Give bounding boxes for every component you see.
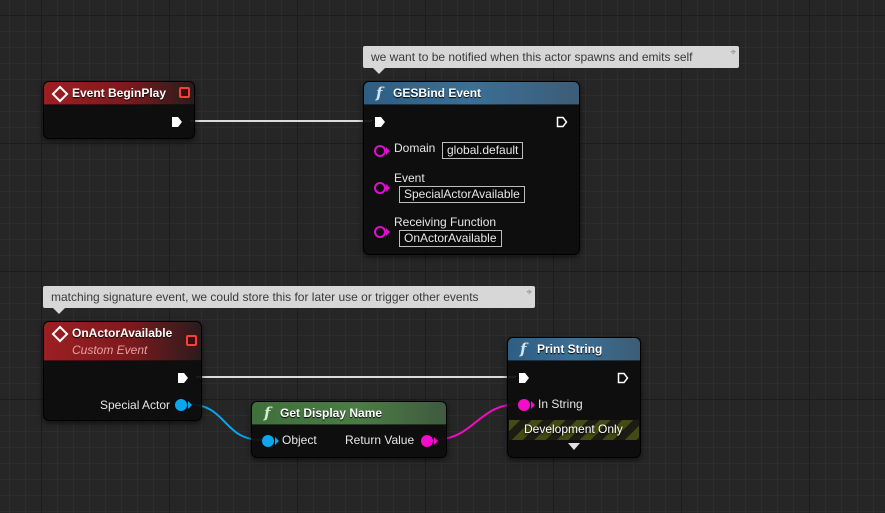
node-gesbind-event[interactable]: f GESBind Event Domain global.default Ev…: [363, 81, 580, 255]
pushpin-icon[interactable]: ⌖: [730, 47, 736, 58]
stop-square-icon: [179, 87, 190, 98]
return-value-output-pin[interactable]: [421, 435, 433, 447]
pushpin-icon[interactable]: ⌖: [526, 287, 532, 298]
pin-label-in-string: In String: [538, 397, 583, 411]
node-on-actor-available[interactable]: OnActorAvailable Custom Event Special Ac…: [43, 321, 202, 421]
node-get-display-name[interactable]: f Get Display Name Object Return Value: [251, 401, 447, 458]
node-subtitle: Custom Event: [72, 343, 148, 357]
pin-arrow-icon: [188, 401, 192, 409]
exec-output-pin[interactable]: [177, 372, 189, 384]
exec-output-pin[interactable]: [617, 372, 629, 384]
event-input-pin[interactable]: [374, 182, 386, 194]
comment-tail: [53, 308, 65, 314]
domain-value-field[interactable]: global.default: [442, 142, 524, 159]
pin-label-object: Object: [282, 433, 317, 447]
development-only-label: Development Only: [524, 422, 623, 436]
comment-bubble-gesbind[interactable]: we want to be notified when this actor s…: [363, 46, 739, 74]
comment-text: matching signature event, we could store…: [51, 290, 479, 304]
pin-label-event: Event: [394, 171, 425, 185]
pin-arrow-icon: [275, 437, 279, 445]
node-print-string[interactable]: f Print String In String Development Onl…: [507, 337, 641, 458]
exec-output-pin[interactable]: [556, 116, 568, 128]
stop-square-icon: [186, 335, 197, 346]
comment-text: we want to be notified when this actor s…: [371, 50, 693, 64]
pin-label-receiving-function: Receiving Function: [394, 215, 497, 229]
node-title: Event BeginPlay: [72, 86, 167, 100]
exec-input-pin[interactable]: [518, 372, 530, 384]
function-icon: f: [520, 340, 527, 358]
function-icon: f: [264, 404, 271, 422]
expand-advanced-arrow-icon[interactable]: [568, 443, 580, 450]
domain-input-pin[interactable]: [374, 145, 386, 157]
node-title: GESBind Event: [393, 86, 482, 100]
node-header: f Get Display Name: [252, 402, 446, 425]
receiving-function-value-field[interactable]: OnActorAvailable: [399, 230, 502, 247]
pin-arrow-icon: [434, 437, 438, 445]
pin-arrow-icon: [386, 184, 390, 192]
node-title: OnActorAvailable: [72, 326, 173, 340]
pin-arrow-icon: [386, 228, 390, 236]
pin-arrow-icon: [531, 401, 535, 409]
node-header: OnActorAvailable Custom Event: [44, 322, 201, 361]
node-title: Get Display Name: [280, 406, 383, 420]
in-string-input-pin[interactable]: [518, 399, 530, 411]
node-event-beginplay[interactable]: Event BeginPlay: [43, 81, 195, 139]
node-header: Event BeginPlay: [44, 82, 194, 105]
event-diamond-icon: [51, 325, 69, 343]
comment-tail: [373, 68, 385, 74]
receiving-function-input-pin[interactable]: [374, 226, 386, 238]
node-header: f Print String: [508, 338, 640, 361]
pin-arrow-icon: [386, 147, 390, 155]
event-value-field[interactable]: SpecialActorAvailable: [399, 186, 525, 203]
object-input-pin[interactable]: [262, 435, 274, 447]
exec-input-pin[interactable]: [374, 116, 386, 128]
comment-bubble-onactor[interactable]: matching signature event, we could store…: [43, 286, 535, 314]
node-header: f GESBind Event: [364, 82, 579, 105]
pin-label-return-value: Return Value: [345, 433, 415, 447]
exec-output-pin[interactable]: [171, 116, 183, 128]
node-title: Print String: [537, 342, 603, 356]
pin-label-special-actor: Special Actor: [100, 398, 171, 412]
function-icon: f: [376, 84, 383, 102]
event-diamond-icon: [51, 85, 69, 103]
pin-label-domain: Domain: [394, 141, 436, 155]
special-actor-output-pin[interactable]: [175, 399, 187, 411]
